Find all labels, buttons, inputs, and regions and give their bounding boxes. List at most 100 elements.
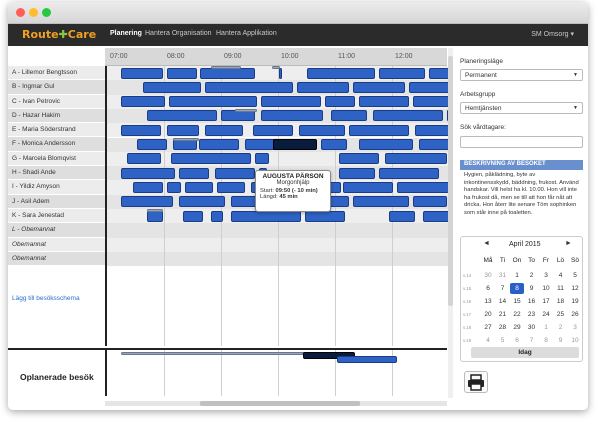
horizontal-scroll-thumb[interactable] <box>200 401 360 406</box>
staff-row-label[interactable]: Obemannat <box>8 237 105 252</box>
close-window-button[interactable] <box>16 8 25 17</box>
calendar-day[interactable]: 21 <box>496 309 510 320</box>
visit-block[interactable] <box>167 67 197 79</box>
horizontal-scrollbar[interactable] <box>105 401 447 406</box>
add-schedule-link[interactable]: Lägg till besöksschema <box>12 295 80 302</box>
vertical-scroll-thumb[interactable] <box>448 56 453 306</box>
calendar-day[interactable]: 10 <box>568 335 582 346</box>
visit-block[interactable] <box>413 196 447 208</box>
visit-block[interactable] <box>200 67 255 79</box>
calendar-day[interactable]: 1 <box>510 270 524 281</box>
calendar-day[interactable]: 28 <box>496 322 510 333</box>
workgroup-select[interactable]: Hemtjänsten ▼ <box>460 102 583 114</box>
calendar-day[interactable]: 19 <box>568 296 582 307</box>
calendar-day[interactable]: 31 <box>496 270 510 281</box>
calendar-day[interactable]: 14 <box>496 296 510 307</box>
calendar-day[interactable]: 2 <box>525 270 539 281</box>
visit-block[interactable] <box>147 210 163 222</box>
calendar-day[interactable]: 9 <box>554 335 568 346</box>
visit-block[interactable] <box>397 181 449 193</box>
calendar-day[interactable]: 3 <box>568 322 582 333</box>
visit-block[interactable] <box>167 124 199 136</box>
calendar-day[interactable]: 7 <box>496 283 510 294</box>
calendar-day[interactable]: 23 <box>525 309 539 320</box>
visit-block[interactable] <box>127 153 161 165</box>
visit-block[interactable] <box>121 124 161 136</box>
unplanned-grid[interactable] <box>105 350 447 396</box>
visit-block[interactable] <box>121 196 173 208</box>
staff-row-label[interactable]: A - Lillemor Bengtsson <box>8 66 105 81</box>
visit-block[interactable] <box>359 139 413 150</box>
visit-block[interactable] <box>147 110 217 122</box>
visit-block[interactable] <box>217 181 245 193</box>
visit-block[interactable] <box>389 210 415 222</box>
prev-month-button[interactable]: ◄ <box>483 240 490 247</box>
visit-block[interactable] <box>261 96 321 108</box>
staff-row-label[interactable]: H - Shadi Ande <box>8 166 105 181</box>
visit-block[interactable] <box>331 110 367 122</box>
visit-block[interactable] <box>349 124 409 136</box>
calendar-day[interactable]: 15 <box>510 296 524 307</box>
visit-block[interactable] <box>379 67 425 79</box>
visit-block[interactable] <box>353 81 405 93</box>
zoom-window-button[interactable] <box>42 8 51 17</box>
calendar-day[interactable]: 5 <box>496 335 510 346</box>
visit-block[interactable] <box>423 210 449 222</box>
visit-block[interactable] <box>185 181 213 193</box>
visit-block[interactable] <box>121 67 163 79</box>
calendar-day[interactable]: 5 <box>568 270 582 281</box>
user-menu[interactable]: SM Omsorg ▾ <box>531 30 574 38</box>
calendar-day[interactable]: 30 <box>525 322 539 333</box>
visit-block[interactable] <box>121 167 175 179</box>
calendar-day[interactable]: 20 <box>481 309 495 320</box>
search-client-input[interactable] <box>460 136 583 148</box>
visit-block[interactable] <box>325 96 355 108</box>
staff-row-label[interactable]: B - Ingmar Gul <box>8 80 105 95</box>
staff-row-label[interactable]: K - Sara Jenestad <box>8 208 105 224</box>
visit-block[interactable] <box>359 96 409 108</box>
visit-block[interactable] <box>167 181 181 193</box>
visit-block[interactable] <box>385 153 447 165</box>
tab-hantera-applikation[interactable]: Hantera Applikation <box>216 30 277 37</box>
visit-block[interactable] <box>409 81 449 93</box>
visit-block[interactable] <box>379 167 439 179</box>
visit-block[interactable] <box>137 139 167 150</box>
visit-block[interactable] <box>339 167 375 179</box>
minimize-window-button[interactable] <box>29 8 38 17</box>
calendar-day[interactable]: 9 <box>525 283 539 294</box>
visit-block[interactable] <box>339 153 379 165</box>
calendar-day[interactable]: 4 <box>481 335 495 346</box>
tab-hantera-organisation[interactable]: Hantera Organisation <box>145 30 212 37</box>
visit-block[interactable] <box>307 67 375 79</box>
calendar-day[interactable]: 18 <box>554 296 568 307</box>
visit-block[interactable] <box>373 110 443 122</box>
visit-block[interactable] <box>305 210 345 222</box>
calendar-day[interactable]: 27 <box>481 322 495 333</box>
visit-block[interactable] <box>211 210 223 222</box>
calendar-day[interactable]: 6 <box>510 335 524 346</box>
calendar-day[interactable]: 8 <box>539 335 553 346</box>
visit-block[interactable] <box>353 196 409 208</box>
calendar-day[interactable]: 4 <box>554 270 568 281</box>
visit-block[interactable] <box>273 139 317 150</box>
visit-block[interactable] <box>133 181 163 193</box>
staff-row-label[interactable]: L - Obemannat <box>8 223 105 238</box>
calendar-day[interactable]: 6 <box>481 283 495 294</box>
vertical-scrollbar[interactable] <box>448 48 453 398</box>
unplanned-visit[interactable] <box>337 356 397 363</box>
unplanned-visit[interactable] <box>121 352 311 355</box>
staff-row-label[interactable]: D - Hazar Hakim <box>8 108 105 124</box>
visit-block[interactable] <box>199 139 239 150</box>
visit-block[interactable] <box>279 67 282 79</box>
staff-row-label[interactable]: C - Ivan Petrovic <box>8 94 105 109</box>
staff-row-label[interactable]: I - Yildiz Amyson <box>8 180 105 195</box>
calendar-day[interactable]: 12 <box>568 283 582 294</box>
visit-block[interactable] <box>429 67 449 79</box>
staff-row-label[interactable]: F - Monica Andersson <box>8 137 105 152</box>
visit-block[interactable] <box>205 81 293 93</box>
calendar-day[interactable]: 7 <box>525 335 539 346</box>
calendar-day[interactable]: 25 <box>554 309 568 320</box>
calendar-day[interactable]: 10 <box>539 283 553 294</box>
visit-block[interactable] <box>343 181 393 193</box>
visit-block[interactable] <box>261 110 323 122</box>
